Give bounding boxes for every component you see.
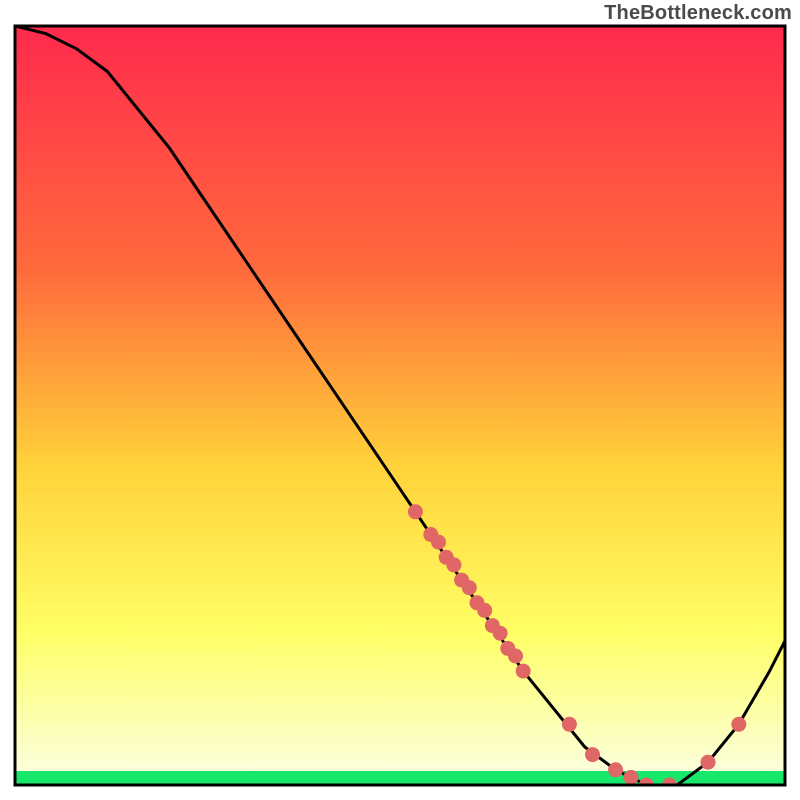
highlight-dot: [431, 535, 446, 550]
highlight-dot: [608, 762, 623, 777]
chart-stage: TheBottleneck.com: [0, 0, 800, 800]
plot-area: [15, 26, 785, 793]
highlight-dot: [731, 717, 746, 732]
gradient-background: [15, 26, 785, 785]
highlight-dot: [585, 747, 600, 762]
highlight-dot: [477, 603, 492, 618]
highlight-dot: [462, 580, 477, 595]
highlight-dot: [508, 649, 523, 664]
highlight-dot: [701, 755, 716, 770]
highlight-dot: [516, 664, 531, 679]
watermark-text: TheBottleneck.com: [604, 2, 792, 25]
highlight-dot: [446, 557, 461, 572]
highlight-dot: [562, 717, 577, 732]
highlight-dot: [408, 504, 423, 519]
chart-svg: [0, 0, 800, 800]
highlight-dot: [624, 770, 639, 785]
highlight-dot: [493, 626, 508, 641]
